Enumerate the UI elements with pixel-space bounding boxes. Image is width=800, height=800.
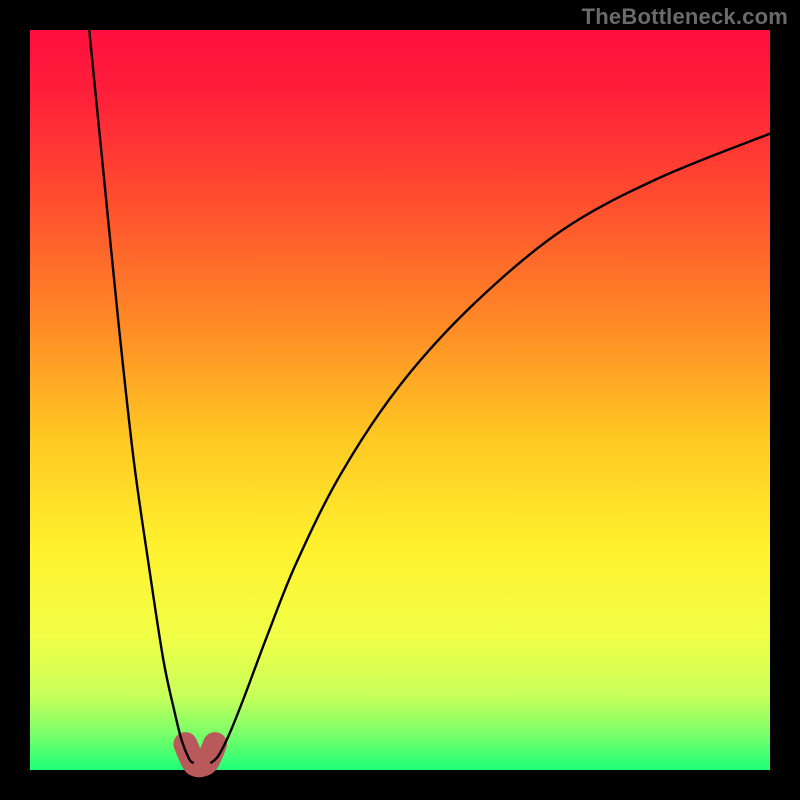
watermark-text: TheBottleneck.com	[582, 4, 788, 30]
bottleneck-chart	[0, 0, 800, 800]
plot-background	[30, 30, 770, 770]
